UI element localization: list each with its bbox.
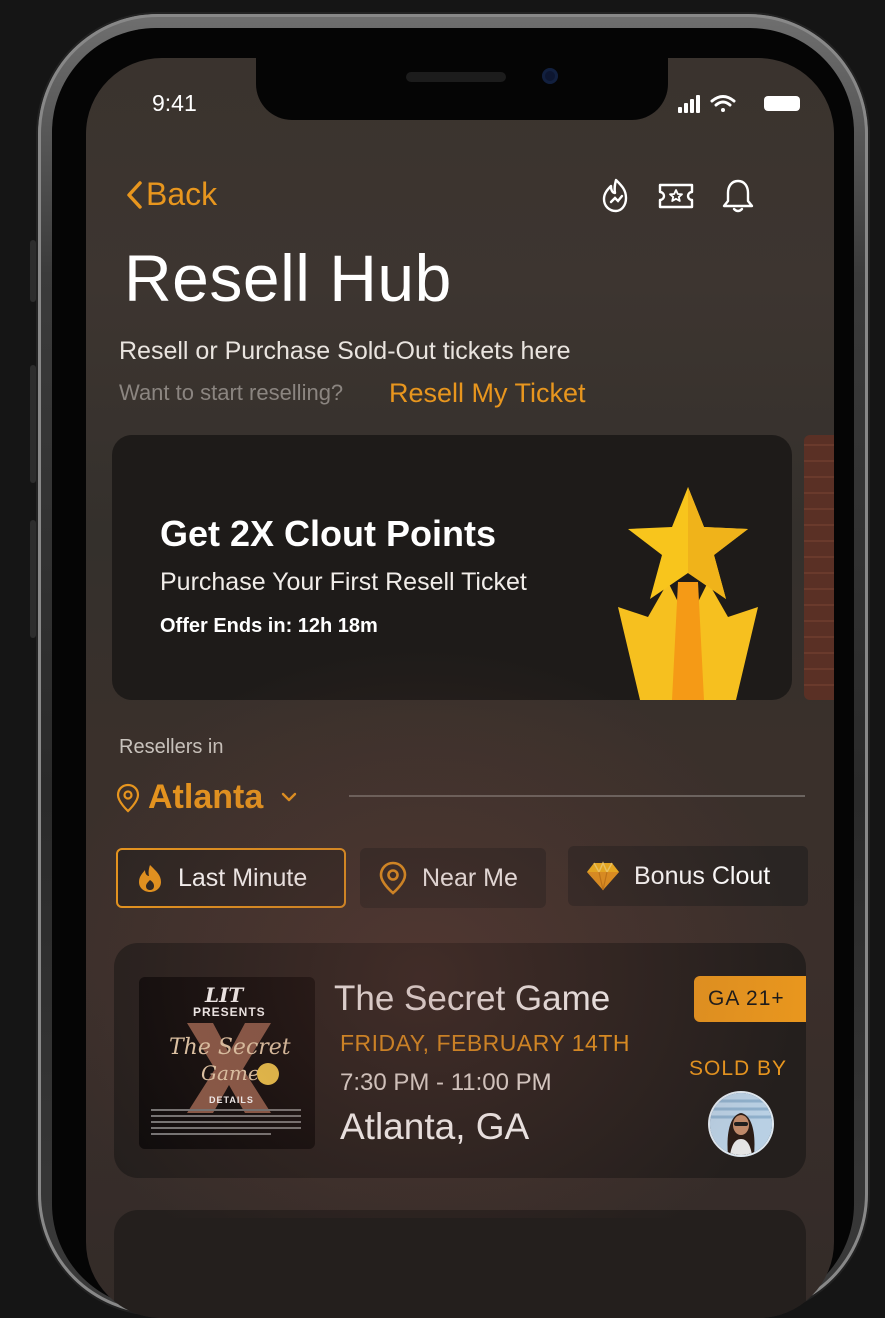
poster-text-line	[151, 1133, 271, 1135]
sold-by-label: SOLD BY	[689, 1057, 788, 1080]
poster-text-line	[151, 1121, 301, 1123]
resellers-in-label: Resellers in	[119, 736, 224, 758]
speaker	[406, 72, 506, 82]
admission-badge: GA 21+	[694, 976, 806, 1022]
mute-switch	[30, 240, 36, 302]
promo-title: Get 2X Clout Points	[160, 513, 497, 554]
chevron-left-icon	[127, 180, 142, 209]
star-trophy-icon	[618, 487, 758, 700]
status-time: 9:41	[152, 90, 197, 116]
page-subtitle: Resell or Purchase Sold-Out tickets here	[119, 337, 571, 365]
promo-banner[interactable]: Get 2X Clout Points Purchase Your First …	[112, 435, 792, 700]
poster-line2: Game	[201, 1061, 260, 1085]
ticket-icon[interactable]	[656, 176, 696, 216]
notch	[256, 58, 668, 120]
seller-avatar-image	[710, 1093, 772, 1155]
chevron-down-icon	[282, 792, 297, 801]
filter-label: Last Minute	[178, 863, 308, 892]
emoji-icon	[257, 1063, 279, 1085]
location-divider	[349, 795, 805, 797]
next-event-card[interactable]	[114, 1210, 806, 1318]
filter-label: Near Me	[422, 863, 518, 892]
event-date: FRIDAY, FEBRUARY 14TH	[340, 1030, 630, 1056]
filter-bonus-clout[interactable]: Bonus Clout	[568, 846, 808, 906]
page-title: Resell Hub	[124, 241, 452, 315]
clout-flame-icon[interactable]	[596, 176, 636, 216]
poster-text-line	[151, 1115, 301, 1117]
location-pin-icon	[116, 783, 140, 812]
app-screen: 9:41 Back Resell Hub Resell or Purchase …	[86, 58, 834, 1318]
back-label: Back	[146, 176, 218, 212]
status-icons	[678, 95, 800, 113]
volume-down-button	[30, 520, 36, 638]
promo-subtitle: Purchase Your First Resell Ticket	[160, 568, 527, 596]
city-selector[interactable]: Atlanta	[116, 778, 305, 817]
seller-avatar[interactable]	[710, 1093, 772, 1155]
flame-icon	[139, 865, 161, 892]
wifi-icon	[710, 95, 736, 112]
filter-near-me[interactable]: Near Me	[360, 848, 546, 908]
poster-presents: PRESENTS	[193, 1005, 266, 1019]
bell-icon[interactable]	[718, 176, 758, 216]
event-card[interactable]: LIT PRESENTS The Secret Game DETAILS The…	[114, 943, 806, 1178]
poster-text-line	[151, 1127, 301, 1129]
location-pin-icon	[379, 861, 407, 895]
front-camera	[542, 68, 558, 84]
poster-details: DETAILS	[209, 1095, 254, 1105]
event-city: Atlanta, GA	[340, 1106, 530, 1147]
resell-my-ticket-link[interactable]: Resell My Ticket	[389, 378, 586, 409]
next-promo-peek[interactable]	[804, 435, 834, 700]
back-button[interactable]: Back	[124, 176, 217, 213]
event-time: 7:30 PM - 11:00 PM	[340, 1069, 552, 1096]
filter-label: Bonus Clout	[634, 861, 771, 890]
event-poster: LIT PRESENTS The Secret Game DETAILS	[139, 977, 315, 1149]
poster-line1: The Secret	[169, 1035, 291, 1060]
poster-text-line	[151, 1109, 301, 1111]
battery-icon	[764, 96, 800, 111]
poster-brand: LIT	[205, 983, 244, 1007]
event-name: The Secret Game	[334, 979, 611, 1018]
filter-last-minute[interactable]: Last Minute	[116, 848, 346, 908]
city-name: Atlanta	[148, 778, 264, 816]
diamond-icon	[587, 861, 619, 891]
resell-prompt: Want to start reselling?	[119, 380, 344, 405]
volume-up-button	[30, 365, 36, 483]
signal-icon	[678, 95, 700, 113]
promo-offer-countdown: Offer Ends in: 12h 18m	[160, 615, 378, 637]
